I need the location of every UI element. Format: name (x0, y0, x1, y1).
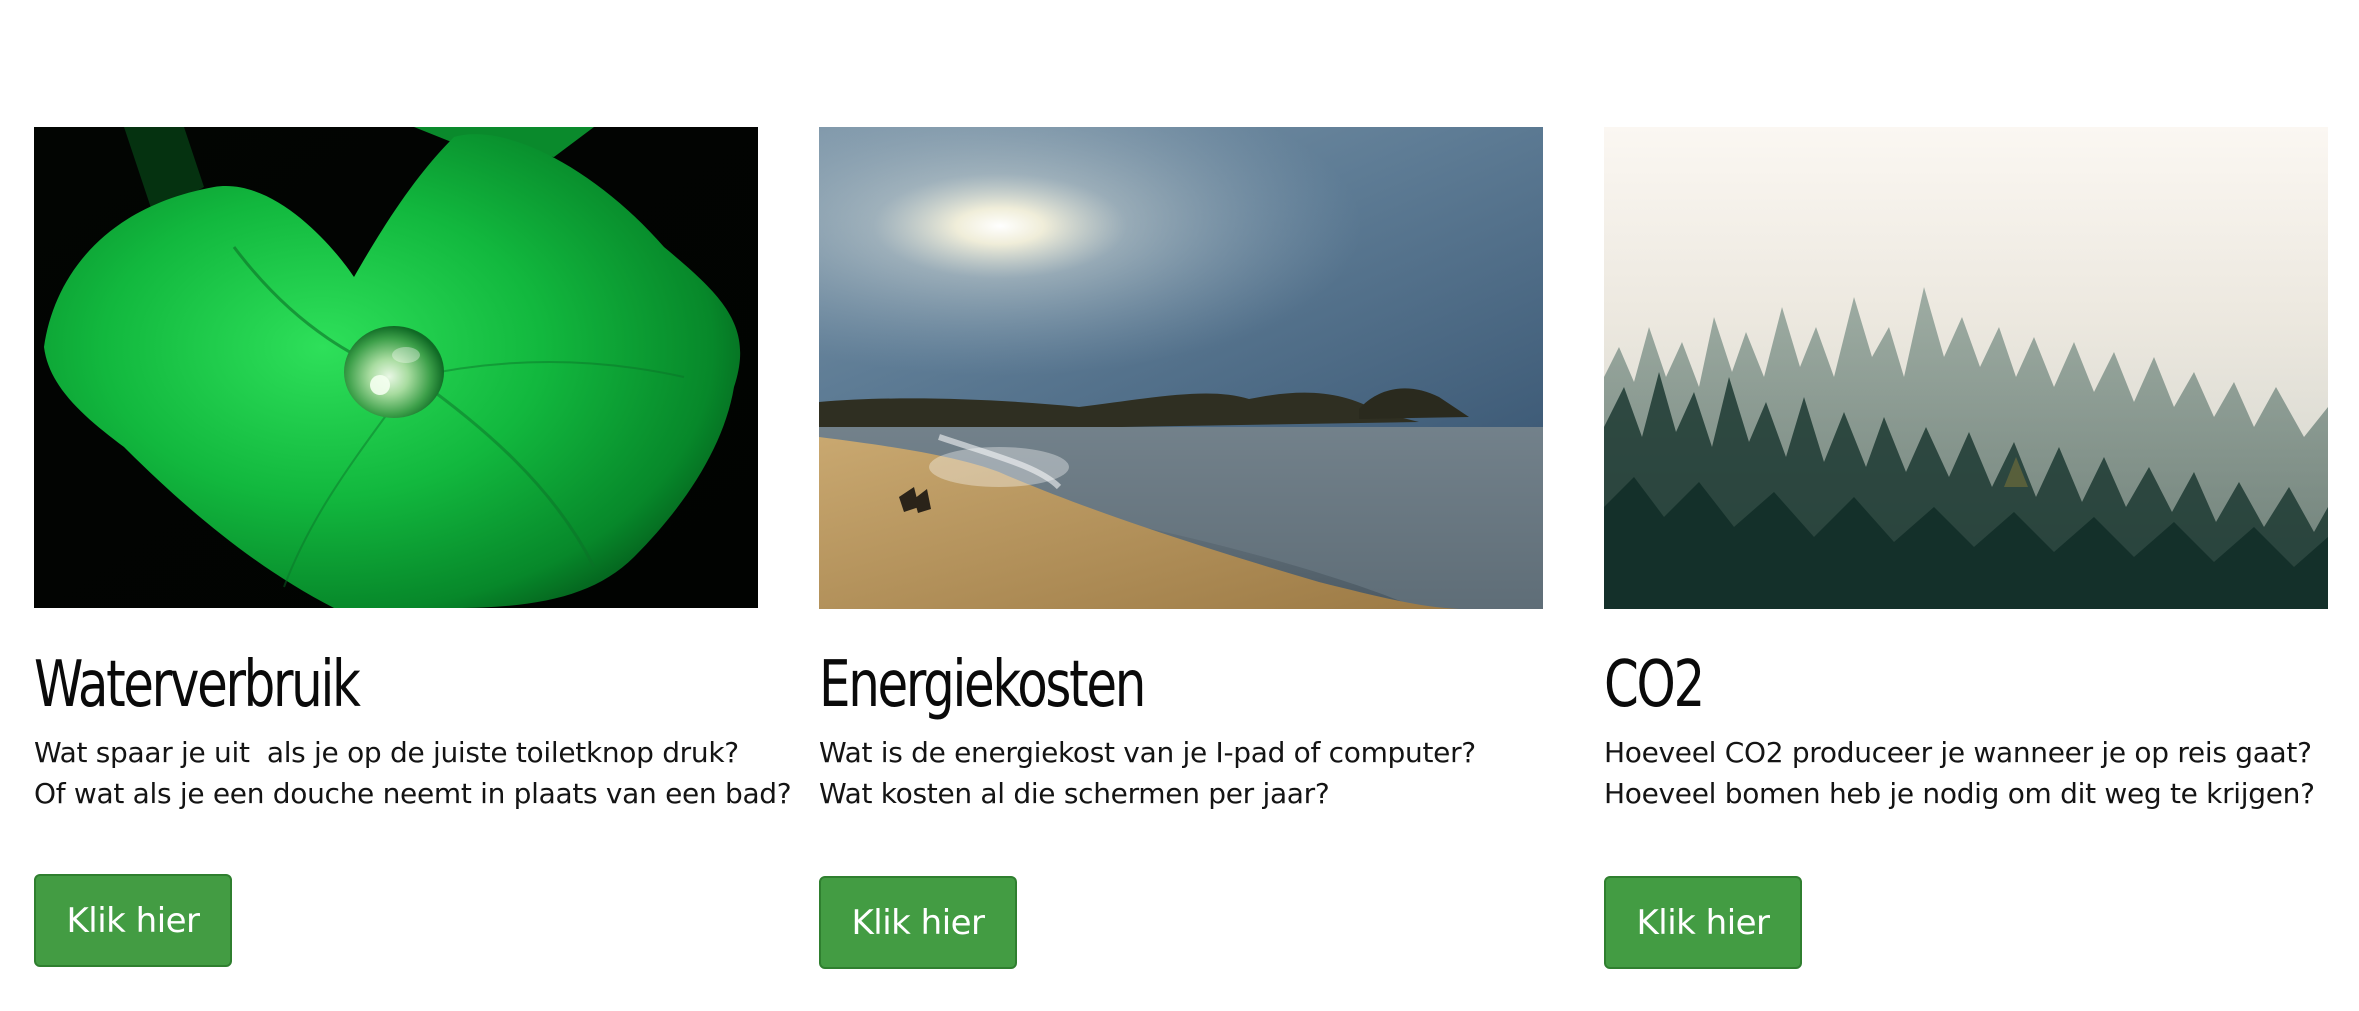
card-title: Energiekosten (819, 648, 1146, 722)
card-co2: CO2 Hoeveel CO2 produceer je wanneer je … (1604, 127, 2328, 969)
card-description-line: Wat kosten al die schermen per jaar? (819, 777, 1330, 810)
card-description: Wat is de energiekost van je I-pad of co… (819, 732, 1579, 814)
klik-hier-button[interactable]: Klik hier (34, 874, 232, 967)
card-title: Waterverbruik (34, 648, 361, 722)
klik-hier-button[interactable]: Klik hier (1604, 876, 1802, 969)
card-description-line: Wat spaar je uit als je op de juiste toi… (34, 736, 739, 769)
leaf-photo-graphic (34, 127, 758, 608)
card-description: Hoeveel CO2 produceer je wanneer je op r… (1604, 732, 2359, 814)
leaf-water-drop-image (34, 127, 758, 608)
card-description-line: Wat is de energiekost van je I-pad of co… (819, 736, 1476, 769)
card-description: Wat spaar je uit als je op de juiste toi… (34, 732, 794, 814)
card-description-line: Of wat als je een douche neemt in plaats… (34, 777, 792, 810)
forest-photo-graphic (1604, 127, 2328, 609)
card-description-line: Hoeveel CO2 produceer je wanneer je op r… (1604, 736, 2312, 769)
beach-image (819, 127, 1543, 609)
card-waterverbruik: Waterverbruik Wat spaar je uit als je op… (34, 127, 792, 967)
card-description-line: Hoeveel bomen heb je nodig om dit weg te… (1604, 777, 2315, 810)
card-title: CO2 (1604, 648, 1705, 722)
klik-hier-button[interactable]: Klik hier (819, 876, 1017, 969)
misty-forest-image (1604, 127, 2328, 609)
beach-photo-graphic (819, 127, 1543, 609)
card-energiekosten: Energiekosten Wat is de energiekost van … (819, 127, 1543, 969)
card-grid: Waterverbruik Wat spaar je uit als je op… (0, 0, 2359, 1011)
